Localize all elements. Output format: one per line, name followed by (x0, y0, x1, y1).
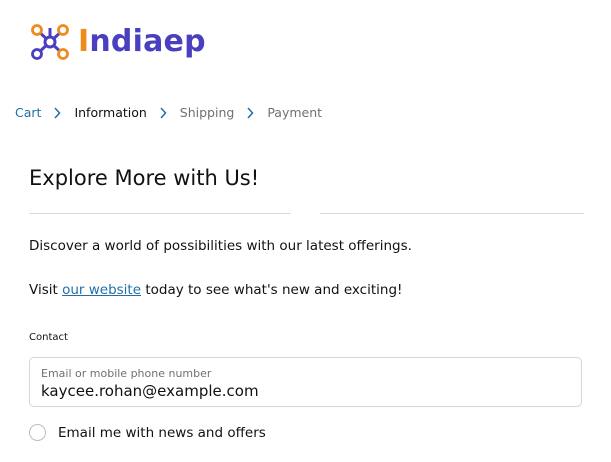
breadcrumb-cart[interactable]: Cart (15, 105, 41, 120)
brand-name: Indiaep (78, 24, 206, 59)
breadcrumb-shipping: Shipping (179, 105, 235, 120)
intro-text: Discover a world of possibilities with o… (29, 238, 412, 254)
brand-logo[interactable]: Indiaep (30, 22, 206, 62)
newsletter-option[interactable]: Email me with news and offers (29, 424, 266, 441)
email-field-label: Email or mobile phone number (41, 367, 212, 380)
chevron-right-icon (54, 106, 61, 119)
molecule-logo-icon (31, 24, 69, 60)
divider (320, 213, 584, 214)
email-field[interactable]: Email or mobile phone number kaycee.roha… (29, 357, 582, 407)
contact-section-label: Contact (29, 332, 68, 343)
website-link[interactable]: our website (62, 282, 141, 298)
breadcrumb-information: Information (74, 105, 147, 120)
breadcrumb-payment: Payment (267, 105, 323, 120)
chevron-right-icon (160, 106, 167, 119)
email-field-value[interactable]: kaycee.rohan@example.com (41, 382, 259, 400)
divider (29, 213, 291, 214)
breadcrumb: Cart Information Shipping Payment (15, 105, 322, 120)
page-heading: Explore More with Us! (29, 166, 260, 190)
newsletter-checkbox[interactable] (29, 424, 46, 441)
newsletter-label[interactable]: Email me with news and offers (58, 425, 266, 441)
visit-text: Visit our website today to see what's ne… (29, 282, 403, 298)
chevron-right-icon (247, 106, 254, 119)
